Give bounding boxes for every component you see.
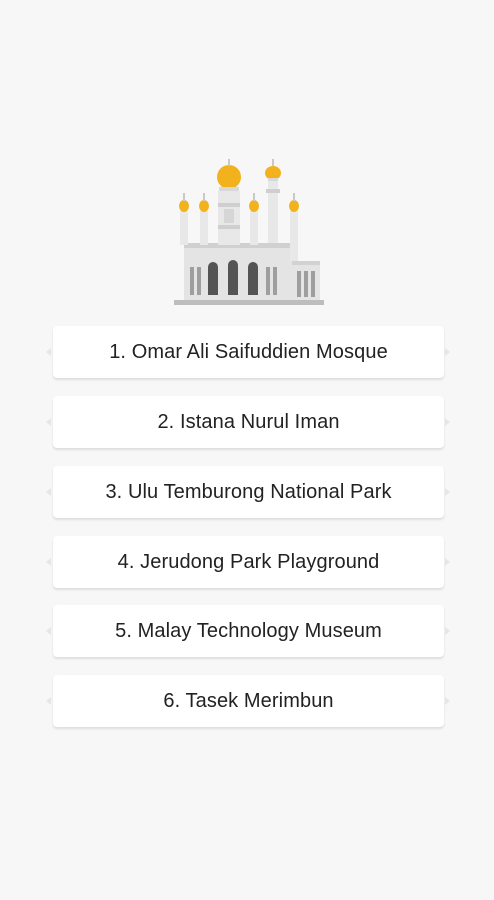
chevron-right-icon bbox=[445, 488, 450, 496]
chevron-left-icon bbox=[46, 418, 51, 426]
chevron-right-icon bbox=[445, 558, 450, 566]
chevron-right-icon bbox=[445, 697, 450, 705]
list-item-omar-ali-saifuddien-mosque[interactable]: 1. Omar Ali Saifuddien Mosque bbox=[53, 326, 444, 378]
chevron-right-icon bbox=[445, 627, 450, 635]
chevron-left-icon bbox=[46, 697, 51, 705]
list-item-label: 1. Omar Ali Saifuddien Mosque bbox=[109, 340, 388, 363]
chevron-left-icon bbox=[46, 558, 51, 566]
list-item-label: 5. Malay Technology Museum bbox=[115, 619, 382, 642]
chevron-left-icon bbox=[46, 348, 51, 356]
list-item-ulu-temburong-national-park[interactable]: 3. Ulu Temburong National Park bbox=[53, 466, 444, 518]
list-item-jerudong-park-playground[interactable]: 4. Jerudong Park Playground bbox=[53, 536, 444, 588]
list-item-label: 2. Istana Nurul Iman bbox=[157, 410, 340, 433]
list-item-tasek-merimbun[interactable]: 6. Tasek Merimbun bbox=[53, 675, 444, 727]
list-item-label: 6. Tasek Merimbun bbox=[163, 689, 334, 712]
chevron-left-icon bbox=[46, 488, 51, 496]
list-item-label: 4. Jerudong Park Playground bbox=[117, 550, 380, 573]
mosque-icon bbox=[174, 159, 324, 305]
list-item-label: 3. Ulu Temburong National Park bbox=[105, 480, 392, 503]
chevron-right-icon bbox=[445, 348, 450, 356]
chevron-left-icon bbox=[46, 627, 51, 635]
list-item-istana-nurul-iman[interactable]: 2. Istana Nurul Iman bbox=[53, 396, 444, 448]
list-item-malay-technology-museum[interactable]: 5. Malay Technology Museum bbox=[53, 605, 444, 657]
chevron-right-icon bbox=[445, 418, 450, 426]
